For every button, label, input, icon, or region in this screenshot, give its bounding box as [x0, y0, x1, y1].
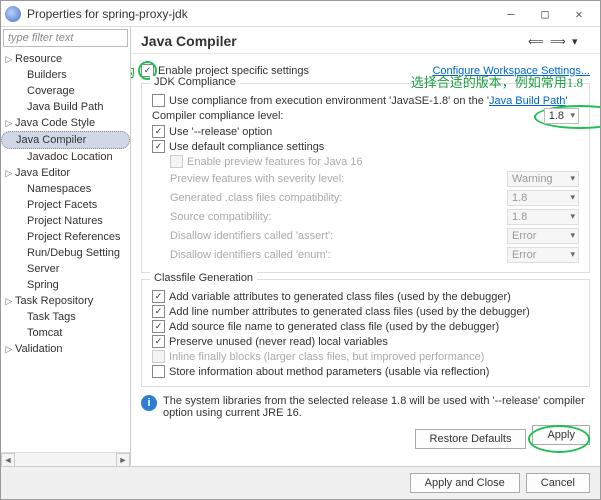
- classfile-label: Inline finally blocks (larger class file…: [169, 351, 484, 363]
- comp-row-label: Disallow identifiers called 'assert':: [170, 230, 507, 242]
- scroll-right-icon[interactable]: ►: [116, 453, 130, 466]
- tree-item[interactable]: Server: [1, 261, 130, 277]
- comp-row-select: Warning: [507, 171, 579, 187]
- content-header: Java Compiler ⟸ ⟹ ▾: [131, 27, 600, 54]
- tree-item[interactable]: Tomcat: [1, 325, 130, 341]
- tree-item[interactable]: Spring: [1, 277, 130, 293]
- tree-item[interactable]: ▷Resource: [1, 51, 130, 67]
- app-icon: [5, 6, 21, 22]
- compliance-level-select[interactable]: 1.8: [544, 108, 579, 124]
- classfile-label: Preserve unused (never read) local varia…: [169, 336, 388, 348]
- classfile-label: Store information about method parameter…: [169, 366, 489, 378]
- maximize-button[interactable]: □: [528, 2, 562, 26]
- classfile-label: Add variable attributes to generated cla…: [169, 291, 511, 303]
- use-release-label: Use '--release' option: [169, 126, 272, 138]
- classfile-legend: Classfile Generation: [150, 272, 257, 284]
- use-exec-env-label: Use compliance from execution environmen…: [169, 95, 568, 107]
- use-default-label: Use default compliance settings: [169, 141, 324, 153]
- classfile-group: Classfile Generation Add variable attrib…: [141, 279, 590, 387]
- scroll-left-icon[interactable]: ◄: [1, 453, 15, 466]
- page-title: Java Compiler: [141, 33, 524, 49]
- annotation-circle-apply: [528, 425, 590, 453]
- enable-preview-checkbox: [170, 155, 183, 168]
- annotation-version-text: 选择合适的版本，例如常用1.8: [411, 72, 583, 91]
- use-default-checkbox[interactable]: [152, 140, 165, 153]
- comp-row-label: Source compatibility:: [170, 211, 507, 223]
- classfile-label: Add line number attributes to generated …: [169, 306, 530, 318]
- comp-row-select: 1.8: [507, 190, 579, 206]
- tree-item[interactable]: Project Facets: [1, 197, 130, 213]
- jdk-compliance-group: JDK Compliance 选择合适的版本，例如常用1.8 Use compl…: [141, 83, 590, 273]
- tree-item[interactable]: Run/Debug Setting: [1, 245, 130, 261]
- sidebar-scrollbar[interactable]: ◄ ►: [1, 452, 130, 466]
- comp-row-label: Preview features with severity level:: [170, 173, 507, 185]
- jdk-legend: JDK Compliance: [150, 76, 240, 88]
- tree-item[interactable]: Java Compiler: [1, 131, 130, 149]
- cancel-button[interactable]: Cancel: [526, 473, 590, 493]
- nav-tree: ▷ResourceBuildersCoverageJava Build Path…: [1, 49, 130, 452]
- tree-item[interactable]: Coverage: [1, 83, 130, 99]
- window-titlebar: Properties for spring-proxy-jdk — □ ✕: [1, 1, 600, 27]
- tree-item[interactable]: Task Tags: [1, 309, 130, 325]
- forward-icon[interactable]: ⟹: [550, 35, 568, 49]
- tree-item[interactable]: Java Build Path: [1, 99, 130, 115]
- java-build-path-link[interactable]: Java Build Path: [489, 95, 565, 107]
- classfile-checkbox[interactable]: [152, 365, 165, 378]
- sidebar: type filter text ▷ResourceBuildersCovera…: [1, 27, 131, 466]
- tree-item[interactable]: Javadoc Location: [1, 149, 130, 165]
- comp-row-select: Error: [507, 247, 579, 263]
- classfile-checkbox[interactable]: [152, 320, 165, 333]
- minimize-button[interactable]: —: [494, 2, 528, 26]
- filter-input[interactable]: type filter text: [3, 29, 128, 47]
- restore-defaults-button[interactable]: Restore Defaults: [415, 429, 527, 449]
- back-icon[interactable]: ⟸: [528, 35, 546, 49]
- tree-item[interactable]: Builders: [1, 67, 130, 83]
- use-exec-env-checkbox[interactable]: [152, 94, 165, 107]
- info-icon: i: [141, 395, 157, 411]
- tree-item[interactable]: ▷Validation: [1, 341, 130, 357]
- menu-icon[interactable]: ▾: [572, 35, 590, 49]
- compliance-level-label: Compiler compliance level:: [152, 110, 544, 122]
- classfile-checkbox: [152, 350, 165, 363]
- info-message: i The system libraries from the selected…: [141, 395, 590, 419]
- tree-item[interactable]: ▷Java Code Style: [1, 115, 130, 131]
- annotation-check-text: 打钩: [131, 62, 135, 81]
- classfile-checkbox[interactable]: [152, 335, 165, 348]
- tree-item[interactable]: Namespaces: [1, 181, 130, 197]
- comp-row-select: 1.8: [507, 209, 579, 225]
- use-release-checkbox[interactable]: [152, 125, 165, 138]
- enable-preview-label: Enable preview features for Java 16: [187, 156, 363, 168]
- comp-row-select: Error: [507, 228, 579, 244]
- dialog-footer: Apply and Close Cancel: [1, 466, 600, 499]
- tree-item[interactable]: ▷Task Repository: [1, 293, 130, 309]
- classfile-checkbox[interactable]: [152, 290, 165, 303]
- tree-item[interactable]: Project Natures: [1, 213, 130, 229]
- tree-item[interactable]: ▷Java Editor: [1, 165, 130, 181]
- enable-project-label: Enable project specific settings: [158, 65, 309, 77]
- classfile-checkbox[interactable]: [152, 305, 165, 318]
- window-title: Properties for spring-proxy-jdk: [27, 7, 494, 21]
- close-button[interactable]: ✕: [562, 2, 596, 26]
- comp-row-label: Generated .class files compatibility:: [170, 192, 507, 204]
- tree-item[interactable]: Project References: [1, 229, 130, 245]
- apply-close-button[interactable]: Apply and Close: [410, 473, 520, 493]
- info-text: The system libraries from the selected r…: [163, 395, 590, 419]
- classfile-label: Add source file name to generated class …: [169, 321, 499, 333]
- comp-row-label: Disallow identifiers called 'enum':: [170, 249, 507, 261]
